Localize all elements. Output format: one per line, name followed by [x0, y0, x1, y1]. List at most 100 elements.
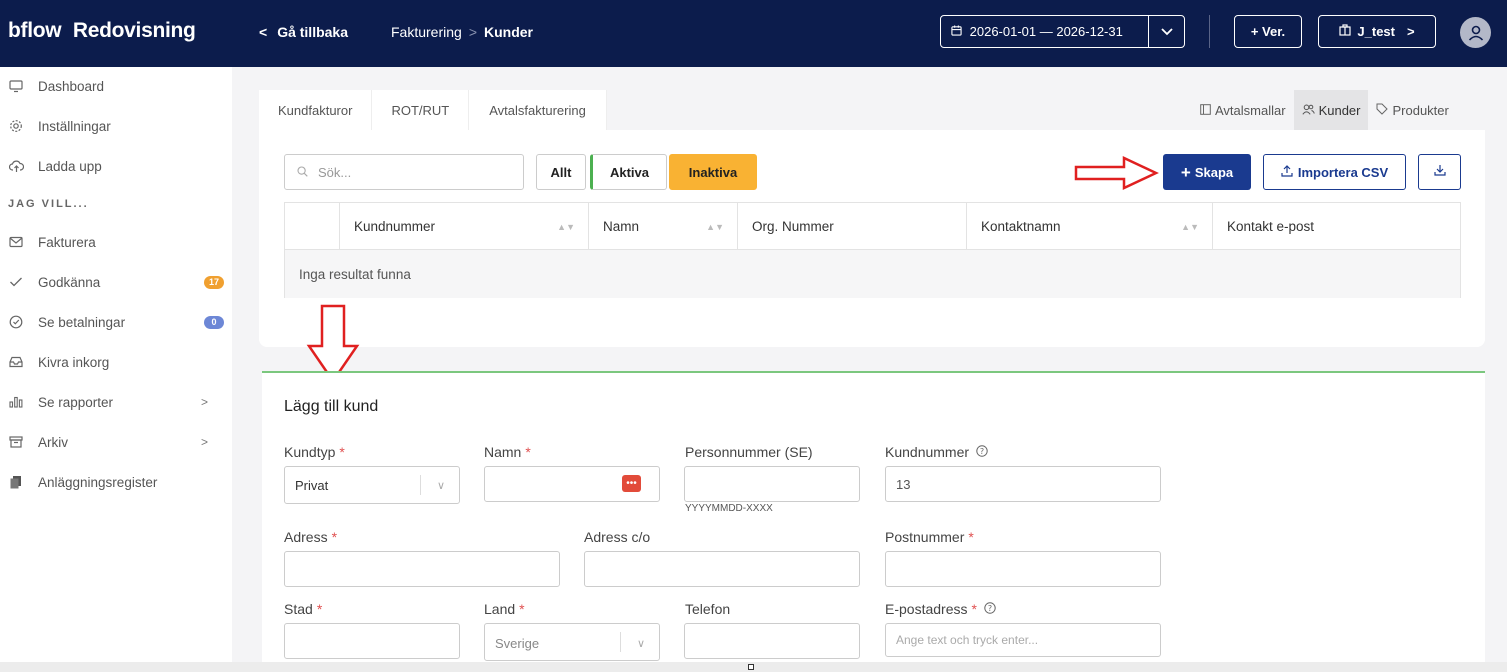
create-customer-button[interactable]: + Skapa	[1163, 154, 1251, 190]
label-text: Postnummer	[885, 529, 965, 545]
label-text: Namn	[484, 444, 522, 460]
sidebar-item-ladda-upp[interactable]: Ladda upp	[8, 156, 224, 176]
breadcrumb: Fakturering > Kunder	[391, 24, 533, 40]
sidebar-item-fakturera[interactable]: Fakturera	[8, 232, 224, 252]
filter-active-button[interactable]: Aktiva	[590, 154, 667, 190]
import-csv-button[interactable]: Importera CSV	[1263, 154, 1406, 190]
back-link[interactable]: < Gå tillbaka	[259, 24, 348, 40]
sidebar-item-label: Se betalningar	[38, 314, 126, 330]
personnummer-input[interactable]	[684, 466, 860, 502]
sidebar-item-label: Se rapporter	[38, 394, 114, 410]
tab-label: Kunder	[1318, 102, 1361, 118]
topbar-divider	[1209, 15, 1210, 48]
tab-label: Avtalsmallar	[1215, 102, 1286, 118]
postnummer-label: Postnummer *	[885, 529, 974, 545]
required-marker: *	[519, 601, 525, 617]
kundnummer-label: Kundnummer?	[885, 444, 988, 460]
adress-co-label: Adress c/o	[584, 529, 650, 545]
sidebar-item-se-rapporter[interactable]: Se rapporter >	[8, 392, 224, 412]
chevron-left-icon: <	[259, 24, 268, 40]
invoice-tabs: Kundfakturor ROT/RUT Avtalsfakturering	[259, 90, 607, 130]
epost-label: E-postadress *?	[885, 601, 996, 617]
sidebar-item-kivra-inkorg[interactable]: Kivra inkorg	[8, 352, 224, 372]
password-manager-icon[interactable]: •••	[622, 475, 641, 492]
label-text: Telefon	[685, 601, 731, 617]
chevron-down-icon: ∨	[636, 637, 645, 650]
tab-avtalsmallar[interactable]: Avtalsmallar	[1192, 90, 1294, 130]
tab-kundfakturor[interactable]: Kundfakturor	[259, 90, 373, 130]
label-text: Stad	[284, 601, 313, 617]
label-text: E-postadress	[885, 601, 968, 617]
user-avatar[interactable]	[1460, 17, 1491, 48]
tab-avtalsfakturering[interactable]: Avtalsfakturering	[469, 90, 607, 130]
selected-value: Privat	[295, 477, 329, 493]
telefon-input[interactable]	[684, 623, 860, 659]
column-header-kontakt-epost[interactable]: Kontakt e-post	[1212, 203, 1461, 250]
date-range-text: 2026-01-01 — 2026-12-31	[969, 24, 1123, 39]
filter-all-button[interactable]: Allt	[536, 154, 586, 190]
column-header-org-nummer[interactable]: Org. Nummer	[737, 203, 966, 250]
sidebar-item-label: Fakturera	[38, 234, 96, 250]
sidebar-item-anlaggningsregister[interactable]: Anläggningsregister	[8, 472, 224, 492]
app-logo[interactable]: bflow Redovisning	[8, 19, 196, 43]
sidebar-item-label: Arkiv	[38, 434, 68, 450]
chevron-right-icon: >	[1406, 24, 1415, 39]
upload-icon	[1281, 164, 1293, 180]
select-divider	[420, 475, 421, 495]
help-icon[interactable]: ?	[976, 444, 988, 460]
sidebar-item-installningar[interactable]: Inställningar	[8, 116, 224, 136]
tab-rot-rut[interactable]: ROT/RUT	[372, 90, 470, 130]
company-selector-button[interactable]: J_test >	[1318, 15, 1436, 48]
namn-label: Namn *	[484, 444, 531, 460]
cloud-upload-icon	[8, 158, 24, 174]
download-button[interactable]	[1418, 154, 1461, 190]
users-icon	[1301, 103, 1315, 118]
tag-icon	[1376, 103, 1389, 118]
postnummer-input[interactable]	[885, 551, 1161, 587]
sidebar-item-se-betalningar[interactable]: Se betalningar 0	[8, 312, 224, 332]
required-marker: *	[968, 529, 974, 545]
label-text: Land	[484, 601, 516, 617]
required-marker: *	[331, 529, 338, 545]
kundtyp-select[interactable]: Privat ∨	[284, 466, 460, 504]
help-icon[interactable]: ?	[984, 601, 996, 617]
selected-value: Sverige	[495, 635, 540, 651]
chevron-down-icon[interactable]	[1148, 16, 1184, 47]
column-header-namn[interactable]: Namn ▲▼	[588, 203, 738, 250]
sidebar-item-label: Godkänna	[38, 274, 101, 290]
input-value: 13	[896, 476, 911, 492]
kundnummer-input[interactable]: 13	[885, 466, 1161, 502]
date-range-picker[interactable]: 2026-01-01 — 2026-12-31	[940, 15, 1185, 48]
label-text: Kundnummer	[885, 444, 970, 460]
column-header-kontaktnamn[interactable]: Kontaktnamn ▲▼	[966, 203, 1213, 250]
tab-kunder[interactable]: Kunder	[1293, 90, 1369, 130]
adress-co-input[interactable]	[584, 551, 860, 587]
stad-input[interactable]	[284, 623, 460, 659]
required-marker: *	[525, 444, 531, 460]
breadcrumb-item-fakturering[interactable]: Fakturering	[391, 24, 462, 40]
select-divider	[620, 632, 621, 652]
sidebar-item-dashboard[interactable]: Dashboard	[8, 76, 224, 96]
search-icon	[297, 165, 308, 180]
template-icon	[1200, 103, 1211, 118]
epost-input[interactable]: Ange text och tryck enter...	[885, 623, 1161, 657]
required-marker: *	[339, 444, 345, 460]
tab-produkter[interactable]: Produkter	[1368, 90, 1456, 130]
plus-icon: +	[1180, 162, 1191, 182]
resize-handle-icon[interactable]	[748, 664, 754, 670]
stad-label: Stad *	[284, 601, 322, 617]
land-select[interactable]: Sverige ∨	[484, 623, 660, 661]
adress-label: Adress *	[284, 529, 337, 545]
sort-icon: ▲▼	[1181, 221, 1199, 232]
sidebar-item-label: Inställningar	[38, 118, 111, 134]
column-label: Kontakt e-post	[1227, 219, 1315, 234]
column-header-kundnummer[interactable]: Kundnummer ▲▼	[339, 203, 589, 250]
check-circle-icon	[8, 314, 24, 330]
personnummer-hint: YYYYMMDD-XXXX	[685, 503, 773, 514]
search-input[interactable]: Sök...	[284, 154, 524, 190]
filter-inactive-button[interactable]: Inaktiva	[669, 154, 757, 190]
sidebar-item-godkanna[interactable]: Godkänna 17	[8, 272, 224, 292]
sidebar-item-arkiv[interactable]: Arkiv >	[8, 432, 224, 452]
new-voucher-button[interactable]: + Ver.	[1234, 15, 1302, 48]
adress-input[interactable]	[284, 551, 560, 587]
